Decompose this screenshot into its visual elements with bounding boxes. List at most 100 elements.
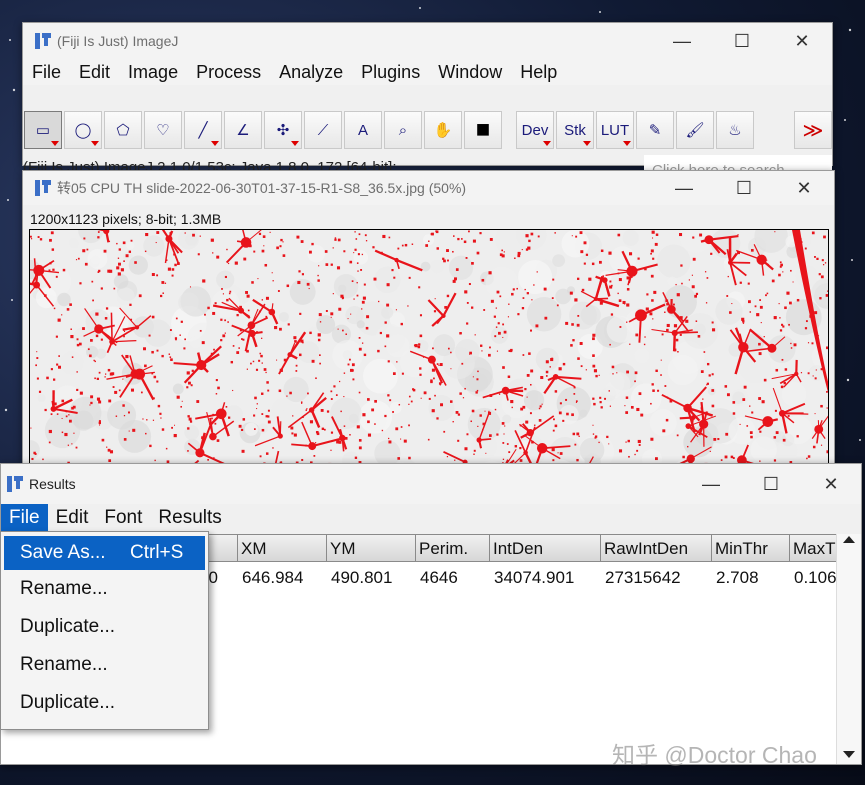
- lut-tool[interactable]: LUT: [596, 111, 634, 149]
- menu-item-shortcut: Ctrl+S: [130, 542, 184, 563]
- wand-tool-icon-glyph: ⟋: [317, 121, 329, 139]
- flood-fill-tool-icon-glyph: ♨: [728, 122, 742, 139]
- dropdown-arrow-icon: [211, 141, 219, 146]
- more-tools-icon[interactable]: ≫: [794, 111, 832, 149]
- minimize-button[interactable]: —: [654, 171, 714, 205]
- wand-tool-icon[interactable]: ⟋: [304, 111, 342, 149]
- table-cell: 4646: [420, 568, 458, 587]
- dropdown-arrow-icon: [583, 141, 591, 146]
- oval-tool-icon-glyph: ◯: [74, 122, 92, 139]
- watermark: 知乎 @Doctor Chao: [612, 742, 817, 768]
- image-titlebar[interactable]: 转05 CPU TH slide-2022-06-30T01-37-15-R1-…: [23, 171, 834, 205]
- multipoint-tool-icon-glyph: ✣: [276, 122, 290, 139]
- results-menu-file[interactable]: File: [1, 504, 48, 531]
- minimize-button[interactable]: —: [681, 464, 741, 504]
- text-tool-icon-glyph: A: [357, 121, 368, 139]
- freehand-tool-icon-glyph: ♡: [156, 122, 170, 139]
- results-title: Results: [29, 476, 76, 492]
- multipoint-tool-icon[interactable]: ✣: [264, 111, 302, 149]
- menu-item-rename[interactable]: Rename...: [1, 646, 208, 684]
- menu-image[interactable]: Image: [119, 59, 187, 85]
- close-button[interactable]: ✕: [774, 171, 834, 205]
- angle-tool-icon[interactable]: ∠: [224, 111, 262, 149]
- menu-item-rename[interactable]: Rename...: [1, 570, 208, 608]
- imagej-titlebar[interactable]: (Fiji Is Just) ImageJ — ☐ ✕: [23, 23, 832, 59]
- line-tool-icon[interactable]: ╱: [184, 111, 222, 149]
- polygon-tool-icon[interactable]: ⬠: [104, 111, 142, 149]
- menu-item-label: Save As...: [20, 542, 106, 563]
- freehand-tool-icon[interactable]: ♡: [144, 111, 182, 149]
- hand-tool-icon[interactable]: ✋: [424, 111, 462, 149]
- column-header[interactable]: MinThr: [712, 534, 790, 562]
- menu-item-duplicate[interactable]: Duplicate...: [1, 608, 208, 646]
- color-picker-tool-icon-glyph: ■: [475, 116, 491, 143]
- column-header[interactable]: RawIntDen: [601, 534, 712, 562]
- text-tool-icon[interactable]: A: [344, 111, 382, 149]
- menu-plugins[interactable]: Plugins: [352, 59, 429, 85]
- results-titlebar[interactable]: Results — ☐ ✕: [1, 464, 861, 504]
- close-button[interactable]: ✕: [801, 464, 861, 504]
- results-menubar: File Edit Font Results: [1, 504, 861, 531]
- imagej-logo-icon: [7, 476, 23, 492]
- thresholded-image: [30, 230, 828, 469]
- rectangle-tool-icon[interactable]: ▭: [24, 111, 62, 149]
- menu-edit[interactable]: Edit: [70, 59, 119, 85]
- results-menu-results[interactable]: Results: [150, 504, 229, 531]
- image-window: 转05 CPU TH slide-2022-06-30T01-37-15-R1-…: [22, 170, 835, 470]
- menu-file[interactable]: File: [23, 59, 70, 85]
- menu-item-save-as[interactable]: Save As... Ctrl+S: [4, 536, 205, 570]
- scroll-up-icon[interactable]: [843, 536, 855, 543]
- rectangle-tool-icon-glyph: ▭: [35, 122, 51, 139]
- vertical-scrollbar[interactable]: [836, 534, 861, 764]
- dropdown-arrow-icon: [91, 141, 99, 146]
- oval-tool-icon[interactable]: ◯: [64, 111, 102, 149]
- pencil-tool-icon[interactable]: ✎: [636, 111, 674, 149]
- close-button[interactable]: ✕: [772, 23, 832, 59]
- imagej-logo-icon: [35, 180, 51, 196]
- menu-help[interactable]: Help: [511, 59, 566, 85]
- column-header[interactable]: IntDen: [490, 534, 601, 562]
- stk-tool[interactable]: Stk: [556, 111, 594, 149]
- polygon-tool-icon-glyph: ⬠: [116, 122, 130, 139]
- magnifier-tool-icon-glyph: ⌕: [398, 121, 408, 139]
- dropdown-arrow-icon: [291, 141, 299, 146]
- brush-tool-icon[interactable]: 🖌: [676, 111, 714, 149]
- column-header[interactable]: XM: [238, 534, 327, 562]
- results-menu-edit[interactable]: Edit: [48, 504, 97, 531]
- color-picker-tool-icon[interactable]: ■: [464, 111, 502, 149]
- maximize-button[interactable]: ☐: [712, 23, 772, 59]
- main-menubar: File Edit Image Process Analyze Plugins …: [23, 59, 832, 85]
- scroll-down-icon[interactable]: [843, 751, 855, 758]
- dropdown-arrow-icon: [543, 141, 551, 146]
- hand-tool-icon-glyph: ✋: [433, 122, 453, 139]
- angle-tool-icon-glyph: ∠: [236, 122, 250, 139]
- table-cell: 34074.901: [494, 568, 575, 587]
- dropdown-arrow-icon: [51, 141, 59, 146]
- imagej-main-window: (Fiji Is Just) ImageJ — ☐ ✕ File Edit Im…: [22, 22, 833, 187]
- pencil-tool-icon-glyph: ✎: [648, 122, 662, 139]
- table-cell: 646.984: [242, 568, 304, 587]
- column-header[interactable]: Perim.: [416, 534, 490, 562]
- dev-tool-glyph: Dev: [521, 121, 549, 139]
- file-dropdown-menu: Save As... Ctrl+S Rename... Duplicate...…: [0, 531, 209, 730]
- menu-item-duplicate[interactable]: Duplicate...: [1, 684, 208, 722]
- maximize-button[interactable]: ☐: [741, 464, 801, 504]
- image-info: 1200x1123 pixels; 8-bit; 1.3MB: [30, 211, 222, 227]
- column-header[interactable]: YM: [327, 534, 416, 562]
- dropdown-arrow-icon: [623, 141, 631, 146]
- image-canvas[interactable]: [29, 229, 829, 469]
- maximize-button[interactable]: ☐: [714, 171, 774, 205]
- menu-process[interactable]: Process: [187, 59, 270, 85]
- minimize-button[interactable]: —: [652, 23, 712, 59]
- dev-tool[interactable]: Dev: [516, 111, 554, 149]
- magnifier-tool-icon[interactable]: ⌕: [384, 111, 422, 149]
- table-cell: 2.708: [716, 568, 759, 587]
- lut-tool-glyph: LUT: [600, 121, 630, 139]
- menu-analyze[interactable]: Analyze: [270, 59, 352, 85]
- menu-window[interactable]: Window: [429, 59, 511, 85]
- flood-fill-tool-icon[interactable]: ♨: [716, 111, 754, 149]
- stk-tool-glyph: Stk: [564, 121, 586, 139]
- column-header[interactable]: MaxTl: [790, 534, 840, 562]
- table-cell: 490.801: [331, 568, 393, 587]
- results-menu-font[interactable]: Font: [96, 504, 150, 531]
